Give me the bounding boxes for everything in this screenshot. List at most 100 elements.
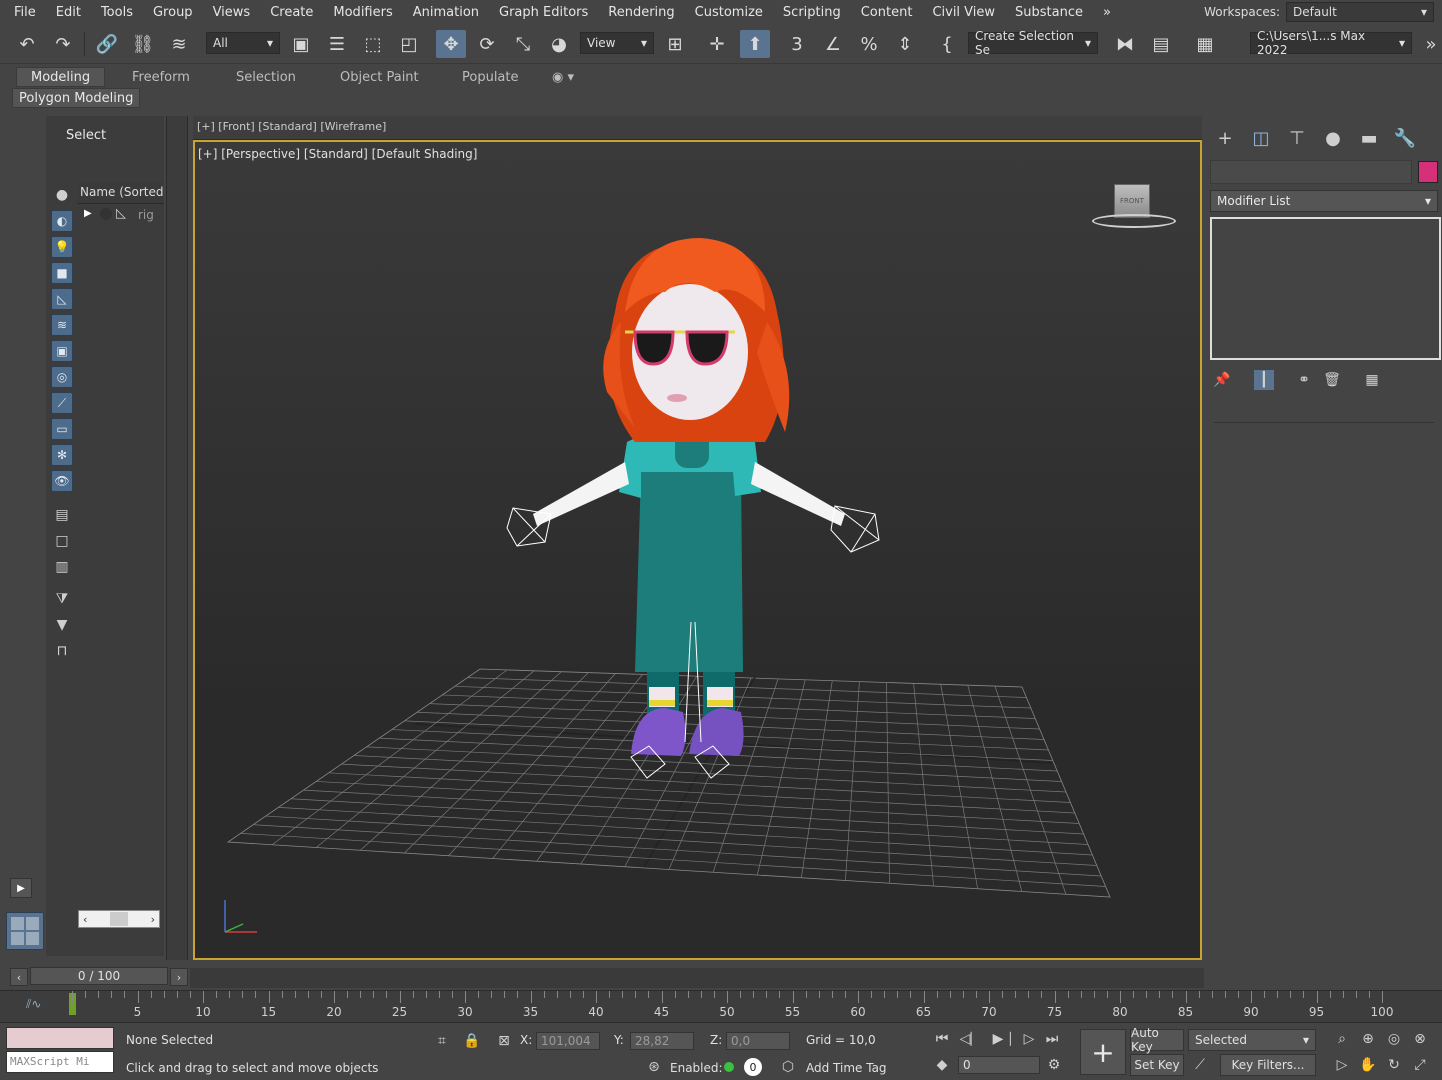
- menu-content[interactable]: Content: [849, 5, 921, 20]
- pan-view-icon[interactable]: ✋: [1358, 1055, 1378, 1075]
- select-and-place-icon[interactable]: ◕: [544, 30, 574, 58]
- show-end-result-icon[interactable]: ┃: [1254, 370, 1274, 390]
- display-none-filter-icon[interactable]: □: [51, 530, 73, 552]
- menu-group[interactable]: Group: [141, 5, 201, 20]
- scroll-right-icon[interactable]: ›: [151, 913, 155, 926]
- named-selection-set-dropdown[interactable]: Create Selection Se ▾: [968, 29, 1098, 57]
- display-tab-icon[interactable]: ▬: [1352, 124, 1386, 152]
- x-coordinate-field[interactable]: 101,004: [536, 1032, 600, 1050]
- hierarchy-tab-icon[interactable]: ⊤: [1280, 124, 1314, 152]
- isolate-selection-icon[interactable]: ⌗: [432, 1031, 452, 1051]
- angle-snap-icon[interactable]: ∠: [818, 30, 848, 58]
- track-bar[interactable]: ⫽∿ 5 10 15 20 25 30 35 40 45 50 55 60 65 70 75 80 85 90 95…: [0, 990, 1442, 1022]
- display-groups-icon[interactable]: ▣: [51, 340, 73, 362]
- display-none-icon[interactable]: ●: [51, 184, 73, 206]
- make-unique-icon[interactable]: ⚭: [1294, 370, 1314, 390]
- filter-funnel-icon[interactable]: ▼: [51, 614, 73, 636]
- remove-modifier-icon[interactable]: 🗑: [1322, 370, 1342, 390]
- zoom-extents-all-icon[interactable]: ⊗: [1410, 1029, 1430, 1049]
- z-coordinate-field[interactable]: 0,0: [726, 1032, 790, 1050]
- add-time-tag[interactable]: Add Time Tag: [806, 1061, 887, 1075]
- object-name-field[interactable]: [1210, 160, 1412, 184]
- menu-customize[interactable]: Customize: [683, 5, 771, 20]
- select-and-rotate-icon[interactable]: ⟳: [472, 30, 502, 58]
- next-frame-icon[interactable]: ⎸▷: [1010, 1029, 1035, 1049]
- menu-create[interactable]: Create: [258, 5, 321, 20]
- pivot-center-icon[interactable]: ⊞: [660, 30, 690, 58]
- play-icon[interactable]: ▶: [988, 1029, 1008, 1049]
- curve-editor-icon[interactable]: ⫽∿: [26, 997, 41, 1012]
- workspaces-dropdown[interactable]: Default ▾: [1286, 2, 1434, 22]
- expand-panel-icon[interactable]: ▶: [10, 878, 32, 898]
- create-tab-icon[interactable]: +: [1208, 124, 1242, 152]
- display-xrefs-icon[interactable]: ◎: [51, 366, 73, 388]
- go-to-start-icon[interactable]: ⏮: [932, 1029, 952, 1049]
- select-and-scale-icon[interactable]: ⤡: [508, 30, 538, 58]
- modifier-stack[interactable]: [1210, 217, 1441, 360]
- viewcube-compass-ring[interactable]: [1092, 214, 1176, 228]
- key-filters-button[interactable]: Key Filters...: [1220, 1054, 1316, 1076]
- select-by-name-icon[interactable]: ☰: [322, 30, 352, 58]
- select-object-icon[interactable]: ▣: [286, 30, 316, 58]
- menu-rendering[interactable]: Rendering: [596, 5, 682, 20]
- field-of-view-icon[interactable]: ▷: [1332, 1055, 1352, 1075]
- orbit-icon[interactable]: ↻: [1384, 1055, 1404, 1075]
- select-and-move-icon[interactable]: ✥: [436, 30, 466, 58]
- menu-tools[interactable]: Tools: [89, 5, 141, 20]
- menu-edit[interactable]: Edit: [44, 5, 89, 20]
- set-key-button[interactable]: Set Key: [1130, 1054, 1184, 1076]
- current-frame-field[interactable]: 0: [958, 1056, 1040, 1074]
- default-in-out-tangents-icon[interactable]: ⟋: [1190, 1055, 1210, 1075]
- zoom-all-icon[interactable]: ⊕: [1358, 1029, 1378, 1049]
- configure-modifier-sets-icon[interactable]: ▦: [1362, 370, 1382, 390]
- key-mode-dropdown[interactable]: Selected ▾: [1188, 1029, 1316, 1051]
- zoom-extents-icon[interactable]: ◎: [1384, 1029, 1404, 1049]
- project-folder-dropdown[interactable]: C:\Users\1...s Max 2022 ▾: [1250, 29, 1412, 57]
- enabled-count[interactable]: 0: [744, 1058, 762, 1076]
- display-space-warps-icon[interactable]: ≋: [51, 314, 73, 336]
- perspective-viewport[interactable]: FRONT: [193, 140, 1202, 960]
- maximize-viewport-icon[interactable]: ⤢: [1410, 1055, 1430, 1075]
- column-header-name[interactable]: Name (Sorted A: [78, 182, 164, 204]
- maxscript-mini-listener[interactable]: MAXScript Mi: [6, 1051, 114, 1073]
- time-slider[interactable]: 0 / 100: [30, 967, 168, 985]
- time-next-icon[interactable]: ›: [170, 968, 188, 986]
- viewport-label[interactable]: [+] [Perspective] [Standard] [Default Sh…: [198, 147, 477, 161]
- unlink-icon[interactable]: ⛓: [128, 30, 158, 58]
- manipulate-icon[interactable]: ✛: [702, 30, 732, 58]
- spinner-snap-icon[interactable]: ⇕: [890, 30, 920, 58]
- toolbar-overflow-icon[interactable]: »: [1416, 30, 1442, 58]
- ribbon-tab-freeform[interactable]: Freeform: [132, 67, 190, 87]
- pin-stack-icon[interactable]: 📌: [1212, 370, 1232, 390]
- bind-space-warp-icon[interactable]: ≋: [164, 30, 194, 58]
- scroll-left-icon[interactable]: ‹: [83, 913, 87, 926]
- auto-key-button[interactable]: Auto Key: [1130, 1026, 1184, 1054]
- maxscript-listener-output[interactable]: [6, 1027, 114, 1049]
- align-icon[interactable]: ▤: [1146, 30, 1176, 58]
- menu-graph-editors[interactable]: Graph Editors: [487, 5, 596, 20]
- redo-icon[interactable]: ↷: [48, 30, 78, 58]
- viewport-scene[interactable]: [195, 142, 1200, 958]
- display-helpers-icon[interactable]: ◺: [51, 288, 73, 310]
- menu-file[interactable]: File: [0, 5, 44, 20]
- menu-civil-view[interactable]: Civil View: [920, 5, 1003, 20]
- display-lights-icon[interactable]: 💡: [51, 236, 73, 258]
- ribbon-tab-selection[interactable]: Selection: [236, 67, 296, 87]
- keyboard-shortcut-override-icon[interactable]: ⬆: [740, 30, 770, 58]
- ribbon-tab-object-paint[interactable]: Object Paint: [340, 67, 419, 87]
- previous-frame-icon[interactable]: ◁⎸: [960, 1029, 985, 1049]
- display-geometry-icon[interactable]: ◐: [51, 210, 73, 232]
- display-hidden-icon[interactable]: 👁: [51, 470, 73, 492]
- display-particles-icon[interactable]: ✻: [51, 444, 73, 466]
- zoom-icon[interactable]: ⌕: [1332, 1029, 1352, 1049]
- object-color-swatch[interactable]: [1418, 161, 1438, 183]
- time-slider-track[interactable]: [190, 968, 1204, 988]
- motion-tab-icon[interactable]: ●: [1316, 124, 1350, 152]
- edit-named-selection-icon[interactable]: {: [932, 30, 962, 58]
- menu-overflow-icon[interactable]: »: [1091, 5, 1119, 20]
- selection-lock-icon[interactable]: 🔒: [462, 1031, 482, 1051]
- percent-snap-icon[interactable]: %: [854, 30, 884, 58]
- go-to-end-icon[interactable]: ⏭: [1042, 1029, 1062, 1049]
- time-configuration-icon[interactable]: ⚙: [1044, 1055, 1064, 1075]
- menu-substance[interactable]: Substance: [1003, 5, 1091, 20]
